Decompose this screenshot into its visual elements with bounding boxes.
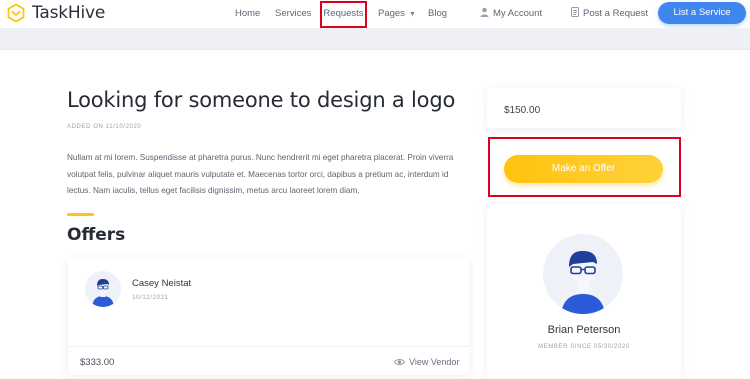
nav-pages[interactable]: Pages ▼ — [378, 0, 416, 28]
nav-post-request[interactable]: Post a Request — [571, 0, 648, 28]
offer-divider — [68, 346, 469, 347]
request-budget: $150.00 — [504, 105, 541, 116]
nav-my-account-label: My Account — [493, 8, 543, 19]
offer-card: Casey Neistat 10/12/2021 $333.00 View Ve… — [68, 257, 469, 375]
offer-vendor-name[interactable]: Casey Neistat — [132, 278, 191, 289]
view-vendor-link[interactable]: View Vendor — [393, 357, 460, 367]
brand-logo[interactable]: TaskHive — [6, 2, 105, 24]
chevron-down-icon: ▼ — [408, 11, 416, 18]
user-avatar-icon — [92, 279, 114, 307]
request-description: Nullam at mi lorem. Suspendisse at phare… — [67, 153, 454, 195]
top-navbar: TaskHive Home Services Requests Pages ▼ B… — [0, 0, 750, 28]
brand-name: TaskHive — [32, 3, 106, 23]
document-icon — [571, 7, 579, 17]
avatar — [85, 271, 121, 307]
vendor-member-since: MEMBER SINCE 05/30/2020 — [538, 344, 630, 350]
view-vendor-label: View Vendor — [409, 357, 460, 367]
make-offer-button[interactable]: Make an Offer — [504, 155, 663, 183]
hexagon-logo-icon — [7, 3, 25, 23]
nav-home[interactable]: Home — [235, 0, 260, 28]
user-icon — [480, 7, 489, 17]
offers-heading: Offers — [67, 225, 126, 245]
nav-my-account[interactable]: My Account — [480, 0, 542, 28]
request-added-date: ADDED ON 11/10/2020 — [67, 124, 142, 130]
nav-pages-label: Pages — [378, 8, 405, 19]
list-a-service-button[interactable]: List a Service — [658, 2, 746, 24]
vendor-name[interactable]: Brian Peterson — [487, 324, 681, 336]
user-avatar-icon — [557, 251, 609, 314]
offer-date: 10/12/2021 — [132, 294, 169, 301]
header-band — [0, 28, 750, 50]
nav-blog[interactable]: Blog — [428, 0, 447, 28]
nav-services[interactable]: Services — [275, 0, 311, 28]
request-title: Looking for someone to design a logo — [67, 88, 456, 112]
nav-requests[interactable]: Requests — [320, 1, 367, 28]
offer-price: $333.00 — [80, 357, 115, 368]
nav-post-request-label: Post a Request — [583, 8, 648, 19]
vendor-avatar — [543, 234, 623, 314]
eye-icon — [393, 359, 406, 365]
section-accent-bar — [67, 213, 94, 216]
